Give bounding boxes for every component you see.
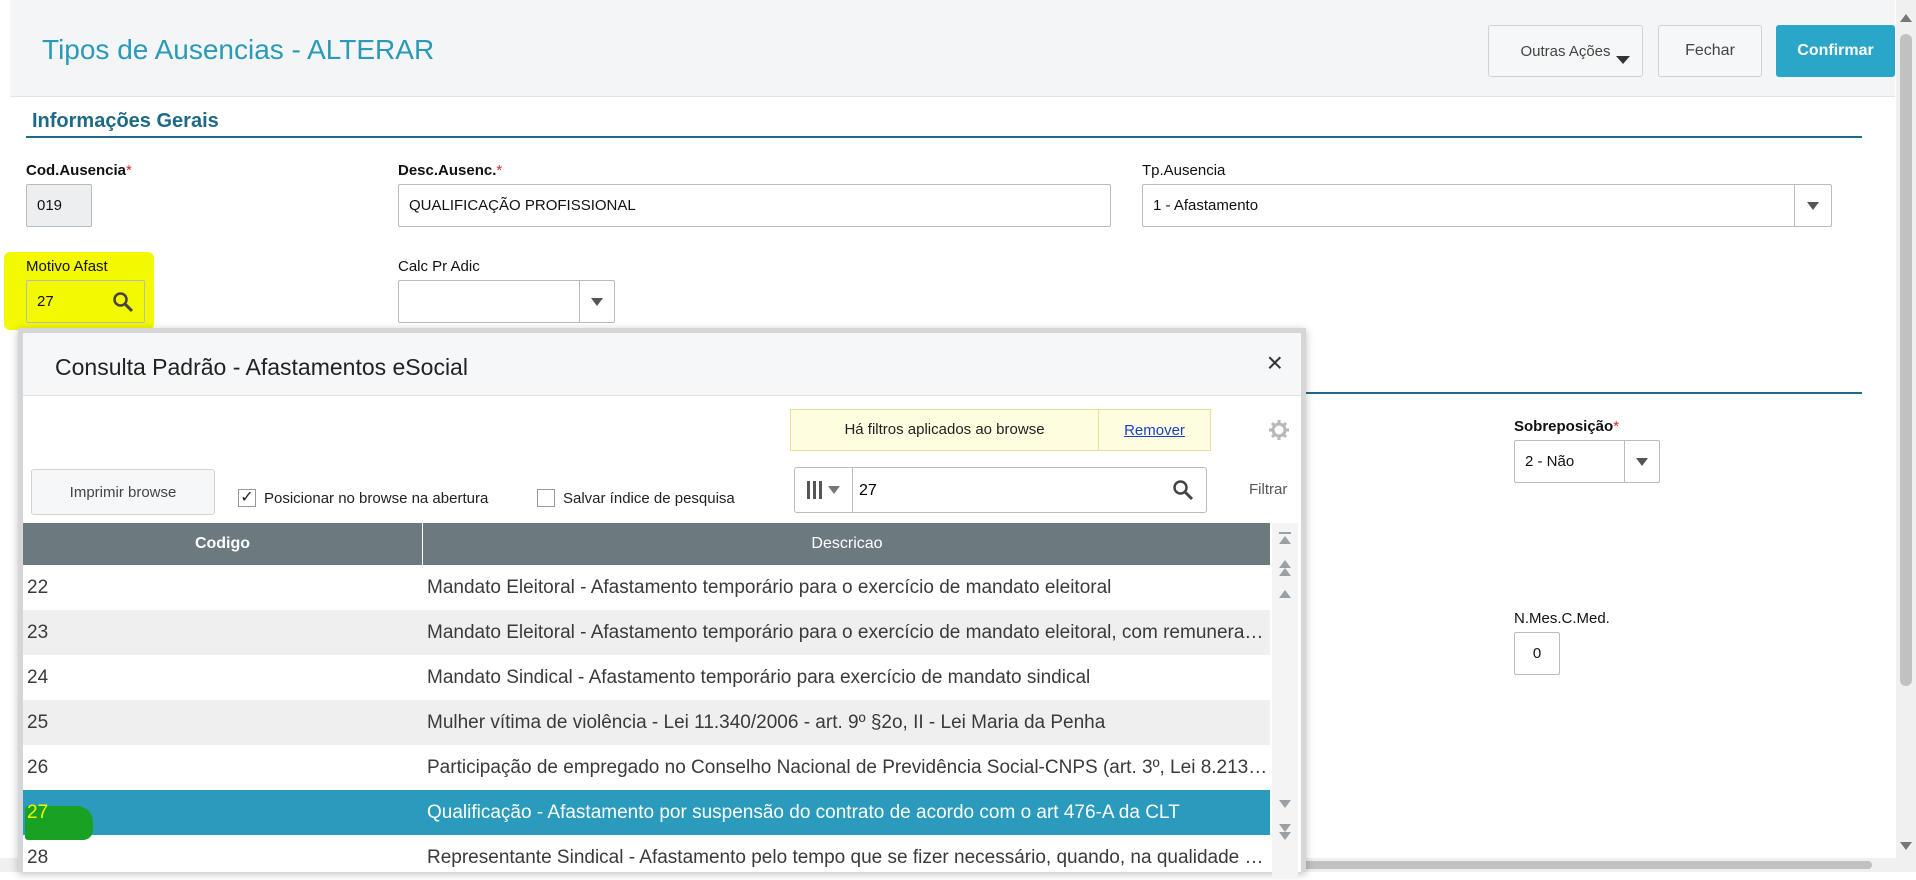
other-actions-label: Outras Ações [1520, 42, 1611, 60]
confirm-button[interactable]: Confirmar [1776, 25, 1895, 77]
row-desc: Representante Sindical - Afastamento pel… [427, 846, 1270, 868]
row-code: 24 [27, 666, 49, 688]
table-row-selected[interactable]: 27 Qualificação - Afastamento por suspen… [23, 790, 1270, 840]
scroll-page-up-icon[interactable] [1274, 557, 1296, 579]
chevron-down-icon [1807, 202, 1819, 210]
scroll-up-icon[interactable] [1274, 583, 1296, 605]
row-code: 23 [27, 621, 49, 643]
row-desc: Mandato Eleitoral - Afastamento temporár… [427, 621, 1270, 643]
row-desc: Qualificação - Afastamento por suspensão… [427, 801, 1180, 823]
filter-notice-text: Há filtros aplicados ao browse [791, 410, 1099, 450]
row-code: 25 [27, 711, 49, 733]
table-row[interactable]: 22 Mandato Eleitoral - Afastamento tempor… [23, 565, 1270, 610]
save-index-checkbox[interactable]: Salvar índice de pesquisa [537, 489, 735, 507]
scrollbar-thumb[interactable] [1900, 34, 1912, 686]
dialog-title: Consulta Padrão - Afastamentos eSocial [55, 354, 468, 380]
search-index-selector[interactable] [795, 468, 853, 512]
cod-ausencia-field[interactable]: 019 [26, 184, 92, 227]
chevron-down-icon [1616, 56, 1630, 64]
lookup-dialog: Consulta Padrão - Afastamentos eSocial ×… [18, 328, 1306, 877]
row-desc: Participação de empregado no Conselho Na… [427, 756, 1270, 778]
grid-scrollbar[interactable] [1272, 523, 1298, 877]
search-icon[interactable] [112, 291, 134, 313]
scroll-page-down-icon[interactable] [1274, 821, 1296, 843]
n-mes-c-med-field[interactable]: 0 [1514, 632, 1560, 675]
position-checkbox-label: Posicionar no browse na abertura [264, 489, 489, 507]
table-row[interactable]: 23 Mandato Eleitoral - Afastamento tempor… [23, 610, 1270, 655]
search-input[interactable] [857, 474, 1151, 508]
select-divider [1624, 441, 1625, 482]
filter-notice: Há filtros aplicados ao browse Remover [790, 409, 1211, 451]
filter-label[interactable]: Filtrar [1249, 481, 1287, 498]
scroll-top-icon[interactable] [1274, 527, 1296, 549]
desc-ausenc-field[interactable]: QUALIFICAÇÃO PROFISSIONAL [398, 184, 1111, 227]
table-row[interactable]: 28 Representante Sindical - Afastamento p… [23, 835, 1270, 880]
chevron-down-icon [591, 298, 603, 306]
tp-ausencia-select[interactable]: 1 - Afastamento [1142, 184, 1832, 227]
page-title: Tipos de Ausencias - ALTERAR [42, 34, 435, 65]
table-row[interactable]: 26 Participação de empregado no Conselho … [23, 745, 1270, 790]
print-browse-button[interactable]: Imprimir browse [31, 469, 215, 515]
checkbox-checked[interactable]: ✓ [238, 489, 256, 507]
close-icon[interactable]: × [1267, 347, 1283, 379]
close-button[interactable]: Fechar [1658, 25, 1762, 77]
cod-ausencia-label: Cod.Ausencia* [26, 162, 132, 179]
column-header-descricao[interactable]: Descricao [424, 523, 1270, 565]
close-button-label: Fechar [1685, 42, 1735, 59]
columns-icon [807, 481, 822, 499]
row-code: 22 [27, 576, 49, 598]
checkbox-unchecked[interactable] [537, 489, 555, 507]
row-desc: Mandato Sindical - Afastamento temporári… [427, 666, 1091, 688]
section-divider [26, 136, 1862, 138]
sobreposicao-select[interactable]: 2 - Não [1514, 440, 1660, 483]
print-browse-label: Imprimir browse [69, 483, 177, 501]
scroll-down-icon[interactable] [1900, 842, 1912, 850]
row-code: 28 [27, 846, 49, 868]
column-header-codigo[interactable]: Codigo [23, 523, 423, 565]
motivo-afast-label: Motivo Afast [26, 258, 108, 275]
calc-pr-adic-label: Calc Pr Adic [398, 258, 480, 275]
n-mes-c-med-label: N.Mes.C.Med. [1514, 610, 1610, 627]
motivo-afast-field[interactable]: 27 [26, 280, 145, 323]
table-row[interactable]: 24 Mandato Sindical - Afastamento temporá… [23, 655, 1270, 700]
chevron-down-icon [828, 486, 840, 494]
position-checkbox[interactable]: ✓ Posicionar no browse na abertura [238, 489, 488, 507]
select-divider [579, 281, 580, 322]
save-index-checkbox-label: Salvar índice de pesquisa [563, 489, 735, 507]
chevron-down-icon [1636, 458, 1648, 466]
row-code: 26 [27, 756, 49, 778]
scroll-up-icon[interactable] [1900, 14, 1912, 22]
grid-header: Codigo Descricao [23, 523, 1270, 565]
table-row[interactable]: 25 Mulher vítima de violência - Lei 11.34… [23, 700, 1270, 745]
other-actions-button[interactable]: Outras Ações [1488, 25, 1643, 77]
row-desc: Mulher vítima de violência - Lei 11.340/… [427, 711, 1106, 733]
gear-icon[interactable] [1268, 419, 1290, 441]
tp-ausencia-label: Tp.Ausencia [1142, 162, 1226, 179]
remove-filter-link[interactable]: Remover [1099, 422, 1210, 439]
section-title: Informações Gerais [32, 110, 219, 132]
row-desc: Mandato Eleitoral - Afastamento temporár… [427, 576, 1112, 598]
desc-ausenc-label: Desc.Ausenc.* [398, 162, 503, 179]
calc-pr-adic-select[interactable] [398, 280, 615, 323]
search-icon[interactable] [1172, 479, 1194, 501]
sobreposicao-label: Sobreposição* [1514, 418, 1620, 435]
scroll-down-icon[interactable] [1274, 793, 1296, 815]
search-box[interactable] [794, 467, 1207, 513]
row-code: 27 [23, 802, 423, 840]
select-divider [1794, 185, 1795, 226]
page-scrollbar[interactable] [1896, 0, 1916, 872]
confirm-button-label: Confirmar [1797, 42, 1874, 59]
